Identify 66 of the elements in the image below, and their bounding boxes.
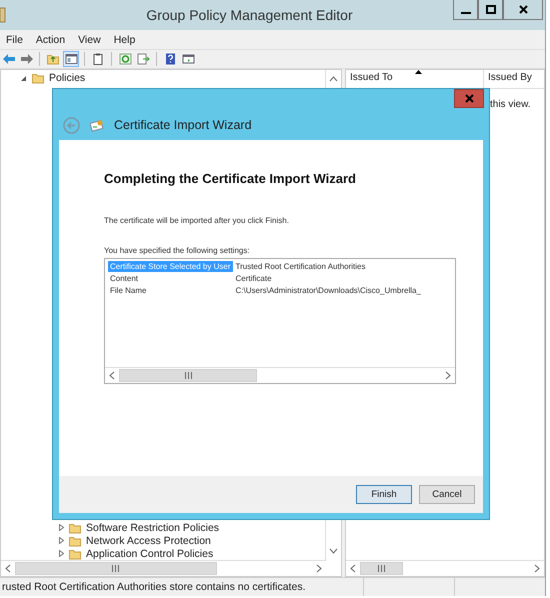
- setting-value: C:\Users\Administrator\Downloads\Cisco_Umbrella_: [234, 285, 422, 296]
- menu-item[interactable]: Help: [114, 34, 136, 46]
- setting-name[interactable]: File Name: [108, 285, 232, 296]
- scroll-left-icon: [350, 564, 356, 573]
- window-title: Group Policy Management Editor: [145, 7, 354, 23]
- forward-arrow-icon: [20, 53, 32, 65]
- certificate-icon: [90, 118, 104, 132]
- close-icon: [518, 5, 528, 14]
- dialog-button[interactable]: Cancel: [419, 485, 475, 504]
- app-icon: [0, 7, 6, 23]
- horizontal-scrollbar[interactable]: [1, 560, 326, 576]
- horizontal-scrollbar[interactable]: [105, 367, 455, 383]
- setting-name[interactable]: Content: [108, 273, 232, 284]
- minimize-icon: [460, 12, 470, 14]
- scroll-right-icon: [534, 564, 540, 573]
- tree-item[interactable]: Network Access Protection: [1, 534, 325, 547]
- sort-arrow-icon: [414, 70, 422, 74]
- export-list-icon: [136, 53, 150, 65]
- scrollbar-thumb[interactable]: [15, 562, 217, 575]
- setting-value: Trusted Root Certification Authorities: [234, 261, 366, 272]
- wizard-heading: Completing the Certificate Import Wizard: [104, 171, 357, 186]
- export-list-button[interactable]: [135, 51, 151, 67]
- folder-up-icon: [46, 53, 60, 65]
- maximize-icon: [486, 4, 496, 14]
- back-arrow-icon: [2, 53, 14, 65]
- column-header[interactable]: Issued By: [484, 70, 544, 88]
- menu-item[interactable]: Action: [36, 34, 66, 46]
- folder-icon: [69, 534, 81, 546]
- maximize-button[interactable]: [478, 0, 503, 20]
- tree-item[interactable]: Application Control Policies: [1, 547, 325, 560]
- scroll-right-icon: [445, 371, 451, 380]
- window-pane-button[interactable]: [63, 51, 79, 67]
- grip-icon: [184, 372, 193, 379]
- scrollbar-thumb[interactable]: [119, 369, 258, 382]
- properties-window-icon: [182, 53, 194, 65]
- dialog-button[interactable]: Finish: [356, 485, 412, 504]
- scroll-right-icon: [316, 564, 322, 573]
- refresh-button[interactable]: [117, 51, 133, 67]
- window-pane-icon: [64, 53, 78, 65]
- instruction-text: The certificate will be imported after you click Finish.: [104, 216, 290, 225]
- settings-label: You have specified the following settings:: [104, 246, 251, 255]
- expanded-arrow-icon[interactable]: [21, 74, 27, 80]
- clipboard-icon: [92, 53, 104, 65]
- forward-arrow-button[interactable]: [18, 51, 34, 67]
- scroll-left-icon: [109, 371, 115, 380]
- scroll-down-icon: [329, 548, 338, 554]
- close-button[interactable]: [503, 0, 543, 20]
- horizontal-scrollbar[interactable]: [346, 560, 544, 576]
- help-icon: [164, 53, 176, 65]
- refresh-icon: [118, 53, 132, 65]
- minimize-button[interactable]: [453, 0, 478, 20]
- menu-item[interactable]: View: [78, 34, 101, 46]
- scrollbar-thumb[interactable]: [360, 562, 402, 575]
- status-text: rusted Root Certification Authorities store contains no certificates.: [1, 581, 306, 593]
- scroll-up-icon: [329, 76, 338, 82]
- tree-item[interactable]: Software Restriction Policies: [1, 521, 325, 534]
- tree-item[interactable]: Policies: [1, 71, 325, 84]
- dialog-title: Certificate Import Wizard: [114, 118, 252, 132]
- menu-item[interactable]: File: [6, 34, 23, 46]
- scroll-left-icon: [5, 564, 11, 573]
- grip-icon: [111, 565, 120, 572]
- empty-list-message: this view.: [490, 99, 531, 110]
- grip-icon: [376, 565, 386, 572]
- close-icon: [464, 94, 474, 103]
- setting-value: Certificate: [234, 273, 273, 284]
- folder-icon: [32, 72, 44, 84]
